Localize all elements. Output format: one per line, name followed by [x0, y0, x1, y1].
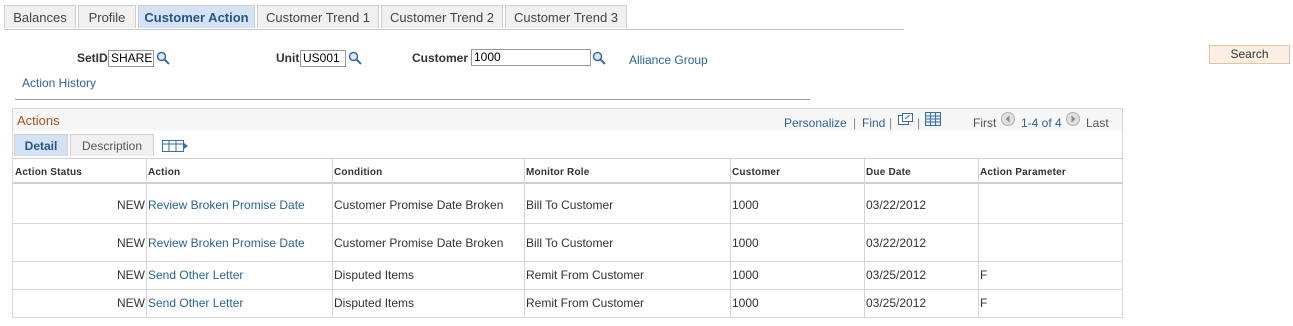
table-row: NEW Send Other Letter Disputed Items Rem…: [13, 262, 1122, 290]
subtab-detail[interactable]: Detail: [14, 134, 68, 156]
customer-cell: 1000: [732, 268, 759, 282]
customer-cell: 1000: [732, 236, 759, 250]
column-header-action-parameter: Action Parameter: [980, 167, 1067, 178]
monitor-role-cell: Bill To Customer: [526, 236, 614, 250]
action-history-link[interactable]: Action History: [22, 76, 96, 90]
unit-lookup-icon[interactable]: [348, 51, 362, 65]
condition-cell: Disputed Items: [334, 296, 415, 310]
action-parameter-cell: F: [980, 296, 988, 310]
customer-lookup-icon[interactable]: [592, 51, 606, 65]
due-date-cell: 03/22/2012: [866, 198, 927, 212]
tab-customer-trend-2[interactable]: Customer Trend 2: [381, 5, 503, 28]
customer-field[interactable]: 1000: [471, 49, 591, 66]
due-date-cell: 03/25/2012: [866, 296, 927, 310]
action-link[interactable]: Review Broken Promise Date: [148, 236, 305, 250]
grid-title: Actions: [17, 113, 60, 128]
alliance-group-link[interactable]: Alliance Group: [629, 53, 708, 67]
setid-label: SetID: [77, 51, 108, 65]
monitor-role-cell: Bill To Customer: [526, 198, 614, 212]
previous-arrow-icon[interactable]: [1001, 112, 1015, 126]
table-row: NEW Review Broken Promise Date Customer …: [13, 184, 1122, 224]
action-link[interactable]: Send Other Letter: [148, 268, 243, 282]
due-date-cell: 03/25/2012: [866, 268, 927, 282]
subtab-description[interactable]: Description: [70, 134, 154, 156]
column-header-action-status: Action Status: [15, 167, 83, 178]
grid-column-headers: Action Status Action Condition Monitor R…: [13, 158, 1122, 184]
column-header-due-date: Due Date: [866, 167, 911, 178]
search-button[interactable]: Search: [1209, 45, 1290, 64]
show-all-columns-icon[interactable]: [162, 139, 189, 153]
action-status-cell: NEW: [117, 296, 145, 310]
next-arrow-icon[interactable]: [1066, 112, 1080, 126]
nav-separator: |: [853, 116, 857, 130]
setid-lookup-icon[interactable]: [156, 51, 170, 65]
customer-cell: 1000: [732, 198, 759, 212]
tab-customer-trend-3[interactable]: Customer Trend 3: [505, 5, 627, 28]
column-header-condition: Condition: [334, 167, 383, 178]
column-header-action[interactable]: Action: [148, 167, 180, 178]
section-separator: [15, 99, 810, 100]
setid-field[interactable]: SHARE: [108, 50, 154, 67]
condition-cell: Customer Promise Date Broken: [334, 198, 504, 212]
action-status-cell: NEW: [117, 236, 145, 250]
monitor-role-cell: Remit From Customer: [526, 268, 645, 282]
tab-divider: [4, 29, 904, 30]
grid-header-bar: [13, 109, 1122, 131]
nav-separator: |: [917, 116, 921, 130]
tab-profile[interactable]: Profile: [78, 5, 136, 28]
due-date-cell: 03/22/2012: [866, 236, 927, 250]
condition-cell: Disputed Items: [334, 268, 415, 282]
action-parameter-cell: F: [980, 268, 988, 282]
view-all-icon[interactable]: [898, 113, 913, 126]
find-link[interactable]: Find: [862, 116, 885, 130]
table-row: NEW Review Broken Promise Date Customer …: [13, 224, 1122, 262]
action-status-cell: NEW: [117, 268, 145, 282]
customer-cell: 1000: [732, 296, 759, 310]
column-header-monitor-role: Monitor Role: [526, 167, 590, 178]
action-status-cell: NEW: [117, 198, 145, 212]
unit-field[interactable]: US001: [300, 50, 346, 67]
first-label[interactable]: First: [973, 116, 996, 130]
last-label[interactable]: Last: [1086, 116, 1109, 130]
unit-label: Unit: [276, 51, 300, 65]
table-row: NEW Send Other Letter Disputed Items Rem…: [13, 290, 1122, 318]
nav-separator: |: [889, 116, 893, 130]
action-link[interactable]: Send Other Letter: [148, 296, 243, 310]
column-header-customer: Customer: [732, 167, 781, 178]
action-link[interactable]: Review Broken Promise Date: [148, 198, 305, 212]
tab-balances[interactable]: Balances: [4, 5, 76, 28]
personalize-link[interactable]: Personalize: [784, 116, 847, 130]
tab-customer-trend-1[interactable]: Customer Trend 1: [257, 5, 379, 28]
download-grid-icon[interactable]: [925, 112, 941, 126]
row-range: 1-4 of 4: [1021, 116, 1062, 130]
condition-cell: Customer Promise Date Broken: [334, 236, 504, 250]
customer-label: Customer: [412, 51, 469, 65]
tab-customer-action[interactable]: Customer Action: [138, 5, 255, 28]
monitor-role-cell: Remit From Customer: [526, 296, 645, 310]
